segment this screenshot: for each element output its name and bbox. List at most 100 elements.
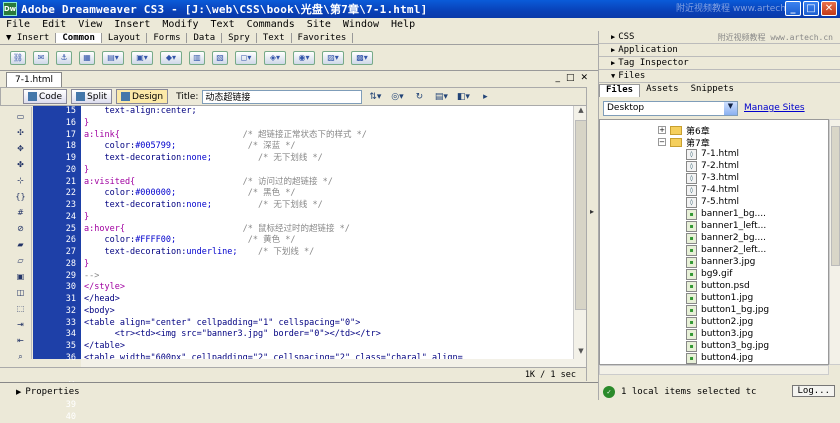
menu-window[interactable]: Window (343, 19, 379, 30)
tab-text[interactable]: Text (257, 33, 292, 43)
recent-snippets-icon[interactable]: ◫ (14, 287, 28, 298)
tag-chooser-icon[interactable]: ▩▾ (351, 51, 373, 65)
tree-file-item[interactable]: ▪banner1_bg.... (686, 208, 766, 220)
tree-file-item[interactable]: ▪button4.jpg (686, 352, 753, 364)
code-line[interactable]: } (81, 212, 573, 224)
code-view-button[interactable]: Code (23, 89, 67, 104)
code-line[interactable]: a:link{ /* 超链接正常状态下的样式 */ (81, 130, 573, 142)
manage-sites-link[interactable]: Manage Sites (744, 103, 805, 113)
tree-file-item[interactable]: ◊7-1.html (686, 148, 739, 160)
split-view-button[interactable]: Split (71, 89, 112, 104)
expand-icon[interactable]: + (658, 126, 666, 134)
tab-snippets[interactable]: Snippets (685, 84, 740, 97)
tree-file-item[interactable]: ▪button3_bg.jpg (686, 340, 769, 352)
table-icon[interactable]: ▦ (79, 51, 95, 65)
tree-file-item[interactable]: ▪banner2_bg.... (686, 232, 766, 244)
tree-file-item[interactable]: ▪button1_bg.jpg (686, 304, 769, 316)
head-icon[interactable]: ◈▾ (264, 51, 286, 65)
file-tree-horizontal-scrollbar[interactable] (599, 365, 829, 375)
design-view-button[interactable]: Design (116, 89, 168, 104)
tree-file-item[interactable]: ◊7-2.html (686, 160, 739, 172)
file-management-icon[interactable]: ⇅▾ (366, 90, 384, 104)
code-line[interactable]: color:#FFFF00; /* 黄色 */ (81, 235, 573, 247)
tree-file-item[interactable]: ▪bg9.gif (686, 268, 732, 280)
code-line[interactable]: <table align="center" cellpadding="1" ce… (81, 318, 573, 330)
menu-site[interactable]: Site (307, 19, 331, 30)
log-button[interactable]: Log... (792, 385, 835, 397)
application-panel-header[interactable]: ▶Application (599, 44, 840, 57)
date-icon[interactable]: ▥ (189, 51, 205, 65)
outdent-code-icon[interactable]: ⇤ (14, 335, 28, 346)
doc-close-button[interactable]: ✕ (580, 73, 588, 83)
tab-files[interactable]: Files (599, 84, 640, 97)
code-line[interactable]: </head> (81, 294, 573, 306)
code-editor[interactable]: text-align:center;}a:link{ /* 超链接正常状态下的样… (81, 106, 573, 359)
select-parent-tag-icon[interactable]: ⊹ (14, 175, 28, 186)
move-css-icon[interactable]: ⬚ (14, 303, 28, 314)
properties-panel-header[interactable]: ▶ Properties (0, 382, 598, 400)
tree-file-item[interactable]: ▪button2.jpg (686, 316, 753, 328)
panel-splitter[interactable]: ▸ (586, 87, 598, 381)
code-line[interactable]: text-decoration:none; /* 无下划线 */ (81, 153, 573, 165)
layer-icon[interactable]: ▤▾ (102, 51, 124, 65)
code-line[interactable]: --> (81, 271, 573, 283)
hyperlink-icon[interactable]: ⛓ (10, 51, 26, 65)
tree-file-item[interactable]: ▪banner1_left... (686, 220, 766, 232)
image-icon[interactable]: ▣▾ (131, 51, 153, 65)
tree-file-item[interactable]: ▪banner3.jpg (686, 256, 755, 268)
code-line[interactable]: text-decoration:underline; /* 下划线 */ (81, 247, 573, 259)
code-line[interactable]: } (81, 165, 573, 177)
collapse-selection-icon[interactable]: ✥ (14, 143, 28, 154)
visual-aids-icon[interactable]: ◧▾ (454, 90, 472, 104)
comment-icon[interactable]: ◻▾ (235, 51, 257, 65)
site-select[interactable]: Desktop ▼ (603, 101, 738, 116)
code-line[interactable]: </table> (81, 341, 573, 353)
code-line[interactable]: </style> (81, 282, 573, 294)
tree-file-item[interactable]: ◊7-5.html (686, 196, 739, 208)
files-panel-header[interactable]: ▼Files (599, 70, 840, 83)
highlight-invalid-icon[interactable]: ⊘ (14, 223, 28, 234)
collapse-tag-icon[interactable]: ✣ (14, 127, 28, 138)
media-icon[interactable]: ◆▾ (160, 51, 182, 65)
apply-comment-icon[interactable]: ▰ (14, 239, 28, 250)
wrap-tag-icon[interactable]: ▣ (14, 271, 28, 282)
tag-inspector-panel-header[interactable]: ▶Tag Inspector (599, 57, 840, 70)
code-line[interactable]: } (81, 259, 573, 271)
code-line[interactable]: color:#000000; /* 黑色 */ (81, 188, 573, 200)
code-vertical-scrollbar[interactable]: ▲ ▼ (573, 106, 587, 359)
tab-favorites[interactable]: Favorites (292, 33, 354, 43)
code-line[interactable]: } (81, 118, 573, 130)
menu-text[interactable]: Text (211, 19, 235, 30)
code-horizontal-scrollbar[interactable] (81, 359, 587, 367)
script-icon[interactable]: ◉▾ (293, 51, 315, 65)
menu-view[interactable]: View (78, 19, 102, 30)
minimize-button[interactable]: _ (785, 1, 801, 16)
remove-comment-icon[interactable]: ▱ (14, 255, 28, 266)
tree-file-item[interactable]: ◊7-3.html (686, 172, 739, 184)
expand-all-icon[interactable]: ✤ (14, 159, 28, 170)
code-line[interactable]: text-decoration:none; /* 无下划线 */ (81, 200, 573, 212)
code-line[interactable]: a:hover{ /* 鼠标经过时的超链接 */ (81, 224, 573, 236)
tree-file-item[interactable]: ▪button3.jpg (686, 328, 753, 340)
tree-file-item[interactable]: ▪banner2_left... (686, 244, 766, 256)
indent-code-icon[interactable]: ⇥ (14, 319, 28, 330)
menu-insert[interactable]: Insert (114, 19, 150, 30)
format-source-icon[interactable]: ⌕ (14, 351, 28, 363)
close-button[interactable]: ✕ (821, 1, 837, 16)
tab-assets[interactable]: Assets (640, 84, 685, 97)
tree-file-item[interactable]: ▪button1.jpg (686, 292, 753, 304)
menu-file[interactable]: File (6, 19, 30, 30)
css-panel-header[interactable]: ▶CSS附近视频教程 www.artech.cn (599, 31, 840, 44)
doc-minimize-button[interactable]: _ (555, 73, 560, 83)
tree-file-item[interactable]: ▪button.psd (686, 280, 750, 292)
scrollbar-thumb[interactable] (831, 126, 840, 266)
menu-modify[interactable]: Modify (162, 19, 198, 30)
code-line[interactable]: color:#005799; /* 深蓝 */ (81, 141, 573, 153)
tree-folder-item[interactable]: −第7章 (658, 136, 710, 148)
code-line[interactable]: <body> (81, 306, 573, 318)
server-side-include-icon[interactable]: ▧ (212, 51, 228, 65)
tab-common[interactable]: Common (56, 33, 102, 43)
line-numbers-icon[interactable]: # (14, 207, 28, 218)
collapse-panels-icon[interactable]: ▸ (590, 207, 594, 216)
named-anchor-icon[interactable]: ⚓ (56, 51, 72, 65)
